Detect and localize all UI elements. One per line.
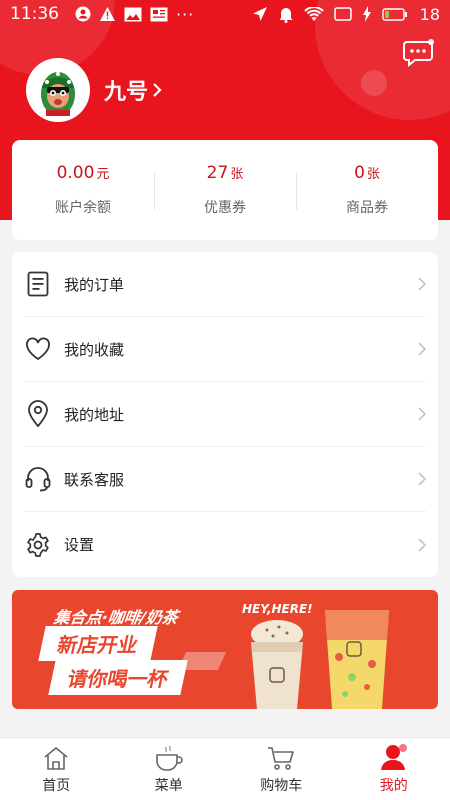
menu-item-label: 我的地址 <box>64 405 125 424</box>
menu-list: 我的订单 我的收藏 我的地址 联系客服 设置 <box>12 252 438 577</box>
message-button[interactable] <box>403 39 435 71</box>
more-notifications-icon: ··· <box>176 4 195 24</box>
wifi-icon <box>303 6 324 22</box>
stat-label: 账户余额 <box>55 200 111 216</box>
latte-cup-image <box>251 620 303 709</box>
cart-icon <box>266 743 296 771</box>
navigation-arrow-icon <box>252 6 268 22</box>
warning-icon <box>99 6 116 22</box>
stat-label: 优惠券 <box>204 200 246 216</box>
alarm-icon <box>278 6 294 23</box>
stat-product-vouchers[interactable]: 0张 商品券 <box>296 140 438 240</box>
tab-menu[interactable]: 菜单 <box>113 738 226 800</box>
chevron-right-icon <box>418 407 426 421</box>
menu-item-settings[interactable]: 设置 <box>24 512 426 577</box>
stat-unit: 张 <box>230 167 244 182</box>
battery-icon <box>381 7 408 21</box>
profile-header[interactable]: 九号 <box>26 58 162 122</box>
username-text: 九号 <box>104 80 149 105</box>
tab-label: 我的 <box>379 778 408 794</box>
tab-label: 购物车 <box>260 778 303 794</box>
banner-tagline: 请你喝一杯 <box>48 660 188 695</box>
menu-item-orders[interactable]: 我的订单 <box>24 252 426 317</box>
image-icon <box>124 7 142 22</box>
tab-cart[interactable]: 购物车 <box>225 738 338 800</box>
tab-mine[interactable]: 我的 <box>338 738 450 800</box>
headset-icon <box>24 465 52 493</box>
tab-label: 首页 <box>42 778 71 794</box>
status-time: 11:36 <box>10 4 59 24</box>
charging-icon <box>362 6 372 22</box>
stat-unit: 元 <box>96 167 110 182</box>
menu-item-label: 我的订单 <box>64 275 125 294</box>
news-icon <box>150 7 168 22</box>
stat-value: 0.00 <box>56 163 95 183</box>
stat-balance[interactable]: 0.00 元 账户余额 <box>12 140 154 240</box>
banner-hey-text: HEY,HERE! <box>242 602 313 616</box>
banner-tagline: 新店开业 <box>38 626 158 661</box>
menu-item-label: 设置 <box>64 536 95 554</box>
chevron-right-icon <box>418 472 426 486</box>
home-icon <box>42 743 70 771</box>
menu-item-favorites[interactable]: 我的收藏 <box>24 317 426 382</box>
order-list-icon <box>24 270 52 298</box>
stat-value: 0 <box>354 163 365 183</box>
profile-icon <box>379 743 409 771</box>
bottom-tab-bar: 首页 菜单 购物车 我的 <box>0 737 450 800</box>
tab-label: 菜单 <box>154 778 183 794</box>
chevron-right-icon <box>418 277 426 291</box>
status-bar: 11:36 ··· 18 <box>0 0 450 28</box>
heart-icon <box>24 335 52 363</box>
account-circle-icon <box>75 6 91 22</box>
username[interactable]: 九号 <box>104 74 162 106</box>
location-pin-icon <box>24 400 52 428</box>
fruit-tea-cup-image <box>325 610 389 709</box>
screen-icon <box>333 7 352 21</box>
coffee-cup-icon <box>154 743 184 771</box>
banner-headline: 集合点·咖啡/奶茶 <box>52 608 180 627</box>
chevron-right-icon <box>418 342 426 356</box>
avatar[interactable] <box>26 58 90 122</box>
battery-level: 18 <box>419 4 440 24</box>
banner-stripe <box>177 652 227 670</box>
stat-coupons[interactable]: 27 张 优惠券 <box>154 140 296 240</box>
menu-item-address[interactable]: 我的地址 <box>24 382 426 447</box>
promo-banner[interactable]: 集合点·咖啡/奶茶 新店开业 请你喝一杯 HEY,HERE! <box>12 590 438 709</box>
stat-value: 27 <box>206 163 229 183</box>
stat-label: 商品券 <box>346 200 388 216</box>
decor-circle <box>361 70 387 96</box>
tab-home[interactable]: 首页 <box>0 738 113 800</box>
stat-unit: 张 <box>366 167 380 182</box>
menu-item-label: 联系客服 <box>64 470 125 489</box>
chevron-right-icon <box>418 537 426 552</box>
menu-item-customer-service[interactable]: 联系客服 <box>24 447 426 512</box>
chevron-right-icon <box>152 82 162 98</box>
chat-bubble-icon <box>403 39 435 71</box>
gear-icon <box>24 531 52 559</box>
menu-item-label: 我的收藏 <box>64 340 125 359</box>
account-stats-card: 0.00 元 账户余额 27 张 优惠券 0张 商品券 <box>12 140 438 240</box>
